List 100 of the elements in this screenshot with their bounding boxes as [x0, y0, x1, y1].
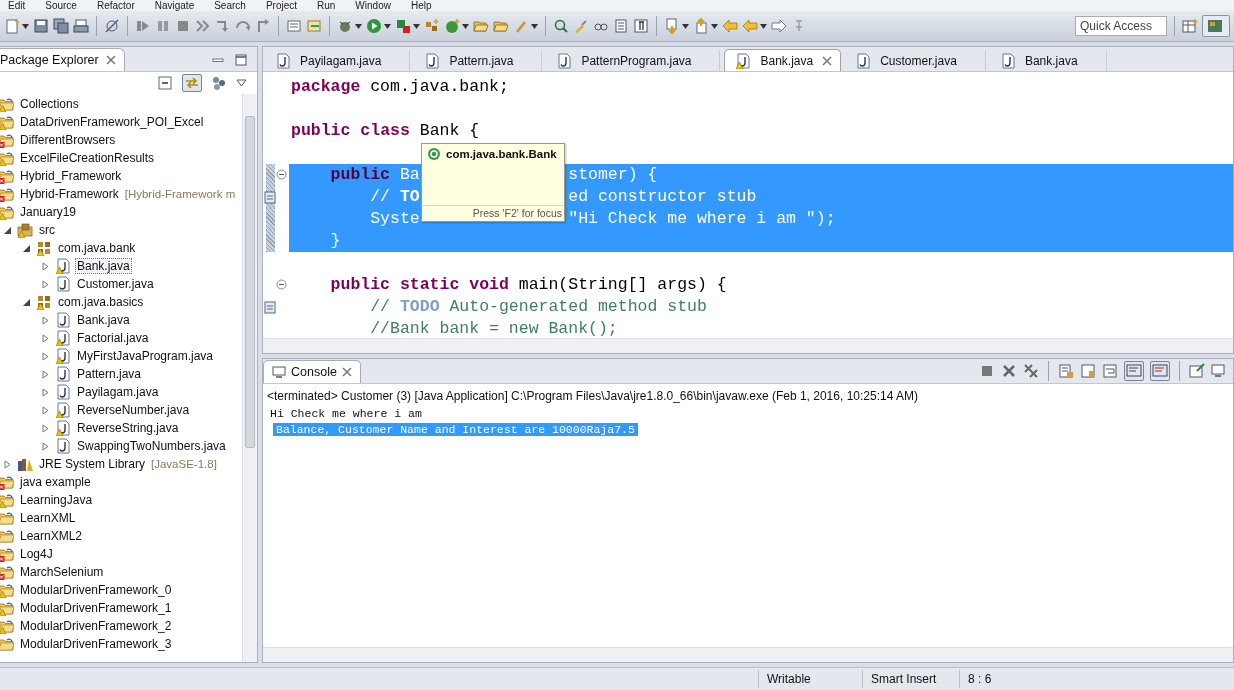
editor-tab[interactable]: Customer.java [845, 50, 986, 71]
caret-icon[interactable] [760, 23, 767, 29]
menu-item[interactable]: Source [45, 0, 77, 11]
expanded-toggle-icon[interactable] [22, 297, 31, 307]
tree-item[interactable]: DifferentBrowsers [18, 132, 118, 148]
collapsed-toggle-icon[interactable] [3, 459, 12, 469]
editor-tab[interactable]: Bank.java [724, 49, 842, 71]
tree-item[interactable]: Hybrid_Framework [18, 168, 124, 184]
filter-icon[interactable] [212, 76, 226, 90]
search-icon[interactable] [553, 18, 569, 34]
editor-tab[interactable]: Bank.java [989, 50, 1107, 71]
save-all-icon[interactable] [53, 18, 69, 34]
tree-item[interactable]: com.java.basics [56, 294, 146, 310]
tree-item[interactable]: LearningJava [18, 492, 95, 508]
caret-icon[interactable] [462, 23, 469, 29]
tree-item[interactable]: Log4J [18, 546, 55, 562]
paragraph-icon[interactable] [633, 18, 649, 34]
menu-item[interactable]: Project [265, 0, 297, 11]
tree-item[interactable]: src [37, 222, 57, 238]
caret-icon[interactable] [711, 23, 718, 29]
menu-item[interactable]: Run [317, 0, 336, 11]
show-error-icon[interactable] [1150, 361, 1170, 381]
close-icon[interactable] [822, 55, 833, 66]
view-menu-icon[interactable] [236, 79, 247, 87]
folder-icon[interactable] [493, 18, 509, 34]
stop-icon[interactable] [175, 18, 191, 34]
collapsed-toggle-icon[interactable] [41, 387, 50, 397]
run-icon[interactable] [366, 18, 382, 34]
step-return-icon[interactable] [255, 18, 271, 34]
tree-item[interactable]: JRE System Library [37, 456, 148, 472]
collapsed-toggle-icon[interactable] [41, 423, 50, 433]
terminate-icon[interactable] [979, 363, 995, 379]
tree-item[interactable]: com.java.bank [56, 240, 138, 256]
tree-item[interactable]: SwappingTwoNumbers.java [75, 438, 228, 454]
caret-icon[interactable] [384, 23, 391, 29]
perspective-button[interactable] [1202, 15, 1230, 37]
expanded-toggle-icon[interactable] [22, 243, 31, 253]
tree-item[interactable]: Collections [18, 96, 81, 112]
close-icon[interactable] [105, 55, 116, 65]
scroll-lock-icon[interactable] [1080, 363, 1096, 379]
tree-item[interactable]: ReverseString.java [75, 420, 181, 436]
fold-icon[interactable] [276, 279, 287, 290]
tree-item[interactable]: MyFirstJavaProgram.java [75, 348, 216, 364]
caret-icon[interactable] [682, 23, 689, 29]
menu-item[interactable]: Navigate [154, 0, 195, 11]
collapsed-toggle-icon[interactable] [41, 333, 50, 343]
collapsed-toggle-icon[interactable] [41, 261, 50, 271]
tree-item[interactable]: January19 [18, 204, 79, 220]
view-tab[interactable]: Console [263, 360, 361, 383]
quick-access-field[interactable]: Quick Access [1075, 16, 1167, 36]
tree-item[interactable]: LearnXML [18, 510, 78, 526]
menu-item[interactable]: Search [214, 0, 246, 11]
close-icon[interactable] [341, 367, 352, 377]
word-wrap-icon[interactable] [1102, 363, 1118, 379]
collapsed-toggle-icon[interactable] [41, 369, 50, 379]
view-tab[interactable]: Package Explorer [0, 48, 125, 71]
tree-item[interactable]: Bank.java [75, 312, 132, 328]
display-console-icon[interactable] [1211, 363, 1227, 379]
resume-icon[interactable] [135, 18, 151, 34]
forward-icon[interactable] [771, 18, 787, 34]
remove-launch-icon[interactable] [1001, 363, 1017, 379]
tree-item[interactable]: Hybrid-Framework [18, 186, 121, 202]
menu-item[interactable]: Edit [8, 0, 26, 11]
clear-console-icon[interactable] [1058, 363, 1074, 379]
tree-item[interactable]: Customer.java [75, 276, 156, 292]
tree-item[interactable]: Bank.java [75, 258, 132, 274]
editor-tab[interactable]: Pattern.java [414, 50, 543, 71]
tree-item[interactable]: ModularDrivenFramework_3 [18, 636, 174, 652]
tree-item[interactable]: MarchSelenium [18, 564, 106, 580]
caret-icon[interactable] [531, 23, 538, 29]
skip-icon[interactable] [104, 18, 120, 34]
tree-item[interactable]: LearnXML2 [18, 528, 85, 544]
show-output-icon[interactable] [1124, 361, 1144, 381]
step-into-icon[interactable] [215, 18, 231, 34]
save-icon[interactable] [33, 18, 49, 34]
tree-item[interactable]: ModularDrivenFramework_2 [18, 618, 174, 634]
editor-tab[interactable]: PatternProgram.java [546, 50, 721, 71]
pause-icon[interactable] [155, 18, 171, 34]
collapsed-toggle-icon[interactable] [41, 315, 50, 325]
tree-item[interactable]: Factorial.java [75, 330, 151, 346]
caret-icon[interactable] [413, 23, 420, 29]
remove-all-icon[interactable] [1023, 363, 1039, 379]
collapse-all-icon[interactable] [158, 76, 172, 90]
tree-item[interactable]: DataDrivenFramework_POI_Excel [18, 114, 206, 130]
tree-item[interactable]: ExcelFileCreationResults [18, 150, 157, 166]
tree-item[interactable]: ModularDrivenFramework_0 [18, 582, 174, 598]
collapsed-toggle-icon[interactable] [41, 351, 50, 361]
collapsed-toggle-icon[interactable] [41, 279, 50, 289]
editor-tab[interactable]: Payilagam.java [265, 50, 411, 71]
tree-item[interactable]: java example [18, 474, 93, 490]
tree-item[interactable]: Pattern.java [75, 366, 144, 382]
document-icon[interactable] [613, 18, 629, 34]
collapsed-toggle-icon[interactable] [41, 441, 50, 451]
expanded-toggle-icon[interactable] [3, 225, 12, 235]
new-package-icon[interactable] [424, 18, 440, 34]
tree-item[interactable]: Payilagam.java [75, 384, 161, 400]
caret-icon[interactable] [22, 23, 29, 29]
menu-item[interactable]: Window [355, 0, 391, 11]
caret-icon[interactable] [355, 23, 362, 29]
print-icon[interactable] [73, 18, 89, 34]
